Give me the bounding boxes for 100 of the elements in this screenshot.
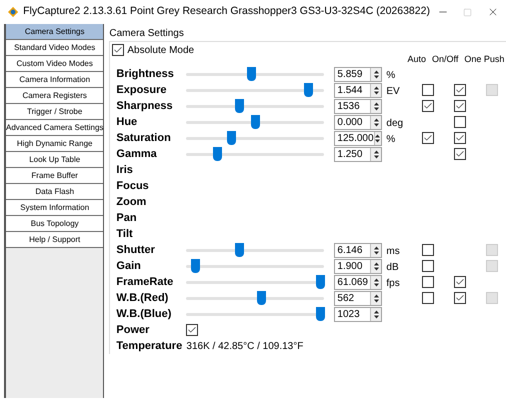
value-field[interactable]: 562	[334, 290, 382, 306]
value-field[interactable]: 1.900	[334, 258, 382, 274]
sidebar-item[interactable]: System Information	[6, 200, 104, 216]
slider-thumb[interactable]	[251, 115, 260, 129]
checkbox[interactable]	[454, 132, 466, 144]
value-field[interactable]: 1536	[334, 98, 382, 114]
checkbox[interactable]	[422, 292, 434, 304]
property-name: Power	[116, 322, 150, 338]
spin-button[interactable]	[370, 148, 382, 160]
spin-button[interactable]	[370, 84, 382, 96]
value-text: 6.146	[336, 244, 364, 256]
value-field[interactable]: 0.000	[334, 114, 382, 130]
value-field[interactable]: 5.859	[334, 66, 382, 82]
slider-thumb[interactable]	[234, 99, 244, 113]
checkbox[interactable]	[454, 148, 466, 160]
check-icon	[187, 325, 198, 335]
slider-thumb[interactable]	[247, 67, 256, 81]
unit-label: ms	[386, 245, 400, 259]
slider-thumb[interactable]	[256, 291, 266, 305]
spin-button[interactable]	[370, 308, 382, 320]
updown-arrows-icon	[374, 278, 379, 286]
checkbox[interactable]	[454, 100, 466, 112]
slider-thumb[interactable]	[190, 259, 200, 273]
checkbox[interactable]	[422, 260, 434, 272]
updown-arrows-icon	[374, 118, 379, 126]
updown-arrows-icon	[374, 262, 379, 270]
slider[interactable]	[186, 290, 324, 306]
slider[interactable]	[186, 82, 324, 98]
check-icon	[455, 293, 466, 303]
sidebar-item[interactable]: Frame Buffer	[6, 168, 104, 184]
updown-arrows-icon	[374, 294, 379, 302]
checkbox[interactable]	[454, 116, 466, 128]
spin-button[interactable]	[370, 244, 382, 256]
slider[interactable]	[186, 130, 324, 146]
value-field[interactable]: 61.069	[334, 274, 382, 290]
sidebar-item[interactable]: Bus Topology	[6, 216, 104, 232]
value-field[interactable]: 1.250	[334, 146, 382, 162]
slider[interactable]	[186, 258, 324, 274]
property-name: Iris	[116, 162, 134, 178]
slider[interactable]	[186, 98, 324, 114]
check-icon	[455, 85, 466, 95]
sidebar-item[interactable]: Look Up Table	[6, 152, 104, 168]
group-title: Camera Settings	[109, 27, 185, 41]
sidebar-item[interactable]: Camera Information	[6, 72, 104, 88]
checkbox[interactable]	[422, 132, 434, 144]
value-field[interactable]: 125.000	[334, 130, 382, 146]
sidebar-item[interactable]: Help / Support	[6, 232, 104, 248]
spin-button[interactable]	[370, 292, 382, 304]
column-header: On/Off	[431, 53, 460, 63]
slider-thumb[interactable]	[316, 275, 326, 289]
value-field[interactable]: 1.544	[334, 82, 382, 98]
checkbox[interactable]	[454, 292, 466, 304]
spin-button[interactable]	[370, 260, 382, 272]
column-header: One Push	[463, 53, 506, 63]
slider[interactable]	[186, 242, 324, 258]
checkbox[interactable]	[454, 276, 466, 288]
slider-thumb[interactable]	[316, 307, 326, 321]
power-checkbox[interactable]	[186, 324, 198, 336]
property-name: W.B.(Blue)	[116, 306, 172, 322]
slider[interactable]	[186, 306, 324, 322]
value-field[interactable]: 6.146	[334, 242, 382, 258]
property-name: Pan	[116, 210, 138, 226]
spin-button[interactable]	[370, 276, 382, 288]
sidebar-item[interactable]: High Dynamic Range	[6, 136, 104, 152]
checkbox[interactable]	[422, 84, 434, 96]
property-name: Gain	[116, 258, 142, 274]
sidebar-item[interactable]: Camera Registers	[6, 88, 104, 104]
spin-button[interactable]	[370, 68, 382, 80]
value-text: 5.859	[336, 68, 364, 80]
slider[interactable]	[186, 114, 324, 130]
slider-thumb[interactable]	[234, 243, 244, 257]
sidebar-item[interactable]: Advanced Camera Settings	[6, 120, 104, 136]
slider-thumb[interactable]	[226, 131, 236, 145]
property-name: FrameRate	[116, 274, 174, 290]
spin-button[interactable]	[370, 116, 382, 128]
checkbox[interactable]	[454, 84, 466, 96]
value-text: 1.544	[336, 84, 364, 96]
spin-button[interactable]	[374, 132, 382, 144]
property-name: Focus	[116, 178, 150, 194]
property-name: Sharpness	[116, 98, 174, 114]
slider-thumb[interactable]	[304, 83, 313, 97]
slider[interactable]	[186, 146, 324, 162]
sidebar-item[interactable]: Trigger / Strobe	[6, 104, 104, 120]
sidebar-item[interactable]: Data Flash	[6, 184, 104, 200]
checkbox[interactable]	[422, 244, 434, 256]
property-name: Shutter	[116, 242, 156, 258]
updown-arrows-icon	[374, 102, 379, 110]
checkbox[interactable]	[422, 276, 434, 288]
absolute-mode-checkbox[interactable]	[112, 44, 124, 56]
slider[interactable]	[186, 274, 324, 290]
checkbox[interactable]	[422, 100, 434, 112]
sidebar-item[interactable]: Standard Video Modes	[6, 40, 104, 56]
updown-arrows-icon	[374, 86, 379, 94]
sidebar-item[interactable]: Custom Video Modes	[6, 56, 104, 72]
sidebar-item[interactable]: Camera Settings	[6, 24, 104, 40]
value-field[interactable]: 1023	[334, 306, 382, 322]
updown-arrows-icon	[374, 310, 379, 318]
spin-button[interactable]	[370, 100, 382, 112]
slider-thumb[interactable]	[212, 147, 222, 161]
slider[interactable]	[186, 66, 324, 82]
